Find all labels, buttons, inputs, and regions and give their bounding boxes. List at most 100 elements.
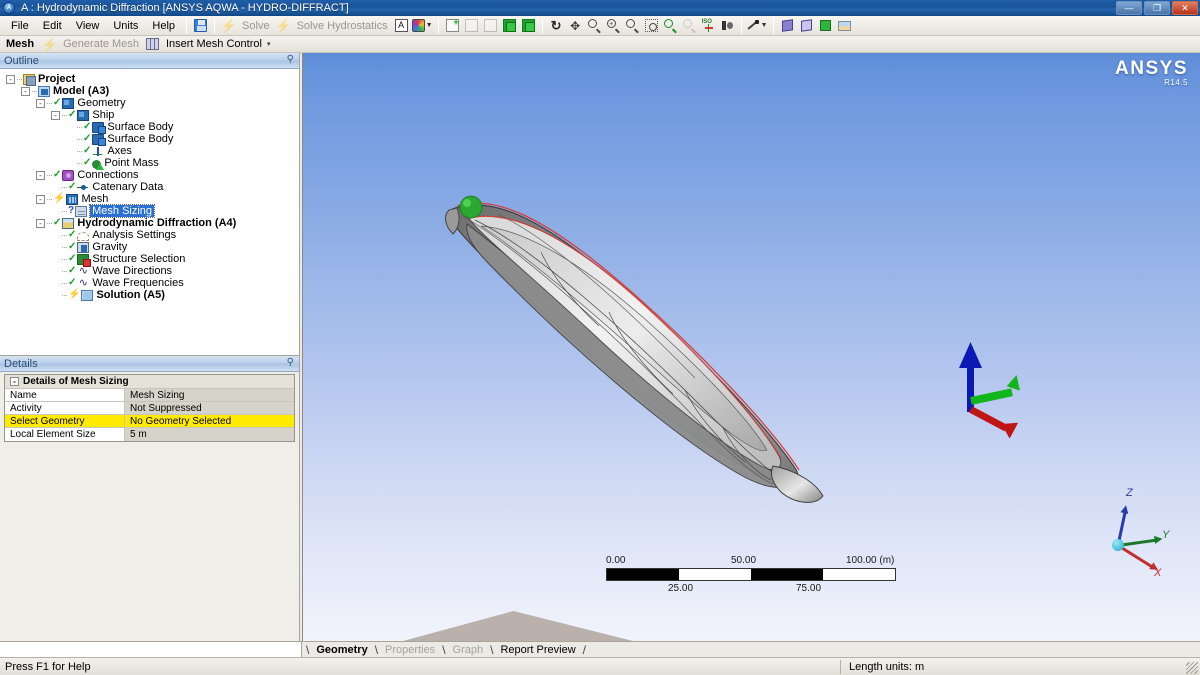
ship-hull-geometry[interactable] — [423, 178, 853, 508]
menu-edit[interactable]: Edit — [36, 18, 69, 34]
probe-button[interactable]: ▼ — [747, 17, 768, 34]
solve-hydrostatics-button[interactable]: ⚡ — [275, 17, 292, 34]
maximize-button[interactable]: ❐ — [1144, 1, 1170, 15]
tree-node-solution-a5[interactable]: ··· ⚡ Solution (A5) — [0, 289, 299, 301]
context-title: Mesh — [6, 38, 35, 50]
graphics-viewport[interactable]: ANSYS R14.5 0.00 50.00 100.00 (m) 25.00 … — [302, 53, 1200, 641]
tree-node-catenary-data[interactable]: ··· ✓ Catenary Data — [0, 181, 299, 193]
details-row[interactable]: Local Element Size 5 m — [5, 428, 294, 441]
show-mesh-button[interactable] — [817, 17, 834, 34]
pin-icon[interactable]: ⚲ — [287, 358, 294, 368]
chevron-down-icon[interactable]: ▾ — [267, 40, 271, 48]
details-row-value[interactable]: Not Suppressed — [125, 402, 294, 414]
tree-node-mesh-sizing[interactable]: ···? Mesh Sizing — [0, 204, 299, 218]
tree-node-gravity[interactable]: ··· ✓ Gravity — [0, 241, 299, 253]
zoom-previous-icon — [682, 19, 696, 34]
details-collapse-icon[interactable]: - — [10, 377, 19, 386]
graphics-options-button[interactable] — [836, 17, 853, 34]
details-row-value[interactable]: 5 m — [125, 428, 294, 441]
close-button[interactable]: ✕ — [1172, 1, 1198, 15]
zoom-to-fit-button[interactable] — [662, 17, 679, 34]
tree-node-model-a3[interactable]: - ··· Model (A3) — [0, 85, 299, 97]
tree-node-ship[interactable]: - ··· ✓ Ship — [0, 109, 299, 121]
chevron-down-icon[interactable]: ▼ — [761, 22, 768, 29]
rotate-button[interactable]: ↻ — [548, 17, 565, 34]
generate-mesh-button[interactable]: ⚡ — [41, 36, 58, 53]
tab-report-preview[interactable]: Report Preview — [493, 644, 582, 656]
show-body-button-2[interactable] — [520, 17, 537, 34]
tab-geometry[interactable]: Geometry — [309, 644, 374, 656]
wd-icon: ∿ — [78, 276, 88, 289]
tree-node-structure-selection[interactable]: ··· ✓ Structure Selection — [0, 253, 299, 267]
look-at-face-button[interactable] — [719, 17, 736, 34]
as-icon — [77, 231, 90, 241]
window-controls: — ❐ ✕ — [1116, 1, 1198, 15]
tree-node-connections[interactable]: - ··· ✓ Connections — [0, 169, 299, 181]
view-tabs[interactable]: \ Geometry \ Properties \ Graph \ Report Previe… — [302, 641, 1200, 657]
zoom-to-fit-box-button[interactable] — [643, 17, 660, 34]
tree-node-point-mass[interactable]: ··· ✓ Point Mass — [0, 157, 299, 170]
tree-expander-icon[interactable]: - — [36, 218, 45, 228]
previous-view-button[interactable] — [681, 17, 698, 34]
tree-expander-icon[interactable]: - — [21, 86, 30, 96]
save-button[interactable] — [192, 17, 209, 34]
tree-connector: ··· — [76, 134, 83, 144]
menu-file[interactable]: File — [4, 18, 36, 34]
lightning-icon: ⚡ — [220, 18, 237, 33]
resize-grip[interactable] — [1186, 662, 1198, 674]
details-row[interactable]: Activity Not Suppressed — [5, 402, 294, 415]
tree-node-mesh[interactable]: - ··· ⚡ Mesh — [0, 193, 299, 205]
pin-icon[interactable]: ⚲ — [287, 55, 294, 65]
menu-help[interactable]: Help — [145, 18, 182, 34]
details-row-value[interactable]: Mesh Sizing — [125, 389, 294, 401]
shaded-exterior-button[interactable] — [798, 17, 815, 34]
tree-connector: ··· — [61, 278, 68, 288]
zoom-in-icon: + — [606, 19, 620, 34]
zoom-button[interactable] — [586, 17, 603, 34]
checkmark-status-icon: ✓ — [68, 109, 77, 120]
tree-node-wave-frequencies[interactable]: ··· ✓ ∿ Wave Frequencies — [0, 277, 299, 289]
tree-node-wave-directions[interactable]: ··· ✓ ∿ Wave Directions — [0, 265, 299, 277]
tree-node-hydrodynamic-diffraction-a4[interactable]: - ··· ✓ Hydrodynamic Diffraction (A4) — [0, 217, 299, 229]
tree-node-surface-body[interactable]: ··· ✓ Surface Body — [0, 133, 299, 146]
outline-tree[interactable]: - ··· Project - ··· Model (A3) - ··· ✓ Geometry - ·… — [0, 69, 299, 355]
menu-view[interactable]: View — [69, 18, 107, 34]
tree-expander-icon[interactable]: - — [51, 110, 60, 120]
cube-icon — [781, 19, 794, 32]
page-button-3[interactable] — [482, 17, 499, 34]
tree-expander-icon[interactable]: - — [36, 98, 45, 108]
axis-triad[interactable]: Z Y X — [1092, 481, 1182, 581]
insert-mesh-control-button[interactable] — [144, 36, 161, 53]
show-annotation-button[interactable]: A — [393, 17, 410, 34]
details-row-value[interactable]: No Geometry Selected — [125, 415, 294, 427]
tab-graph[interactable]: Graph — [446, 644, 491, 656]
toolbar-separator — [186, 17, 188, 34]
tree-expander-icon[interactable]: - — [36, 170, 45, 180]
details-row[interactable]: Name Mesh Sizing — [5, 389, 294, 402]
show-body-button-1[interactable] — [501, 17, 518, 34]
pan-button[interactable]: ✥ — [567, 17, 584, 34]
wireframe-button[interactable] — [779, 17, 796, 34]
lightning-status-icon: ⚡ — [53, 193, 66, 204]
solve-button[interactable]: ⚡ — [220, 17, 237, 34]
wand-icon — [747, 19, 760, 32]
new-section-plane-button[interactable] — [444, 17, 461, 34]
tree-connector: ··· — [46, 194, 53, 204]
color-legend-button[interactable]: ▼ — [411, 17, 433, 34]
iso-view-button[interactable]: ISO — [700, 17, 717, 34]
tree-expander-icon[interactable]: - — [6, 74, 15, 84]
tree-node-analysis-settings[interactable]: ··· ✓ Analysis Settings — [0, 229, 299, 241]
tree-expander-icon[interactable]: - — [36, 194, 45, 204]
box-zoom-button[interactable]: + — [605, 17, 622, 34]
page-button-2[interactable] — [463, 17, 480, 34]
chevron-down-icon[interactable]: ▼ — [426, 22, 433, 29]
tree-node-geometry[interactable]: - ··· ✓ Geometry — [0, 97, 299, 109]
zoom-region-button[interactable] — [624, 17, 641, 34]
details-row[interactable]: Select Geometry No Geometry Selected — [5, 415, 294, 428]
tree-node-axes[interactable]: ··· ✓ Axes — [0, 145, 299, 157]
tab-properties[interactable]: Properties — [378, 644, 442, 656]
tree-node-surface-body[interactable]: ··· ✓ Surface Body — [0, 121, 299, 134]
tree-node-project[interactable]: - ··· Project — [0, 73, 299, 86]
minimize-button[interactable]: — — [1116, 1, 1142, 15]
menu-units[interactable]: Units — [106, 18, 145, 34]
